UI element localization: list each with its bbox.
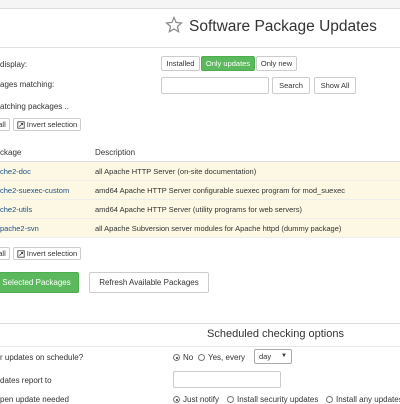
- show-all-button[interactable]: Show All: [314, 77, 356, 94]
- select-all-button-bottom[interactable]: all: [0, 247, 10, 260]
- invert-selection-button-bottom[interactable]: Invert selection: [13, 247, 81, 260]
- package-description: all Apache Subversion server modules for…: [95, 218, 400, 238]
- installed-button[interactable]: Installed: [161, 56, 200, 71]
- search-input[interactable]: [161, 77, 269, 94]
- interval-select[interactable]: day ▼: [254, 349, 292, 364]
- table-row[interactable]: che2-utils amd64 Apache HTTP Server (uti…: [0, 199, 400, 219]
- matching-label: ages matching:: [0, 80, 55, 89]
- package-description: amd64 Apache HTTP Server (utility progra…: [95, 199, 400, 219]
- search-button[interactable]: Search: [272, 77, 310, 94]
- package-link[interactable]: pache2-svn: [0, 218, 95, 238]
- report-email-input[interactable]: [173, 371, 281, 388]
- invert-selection-label: Invert selection: [26, 249, 78, 258]
- yes-label: Yes, every: [208, 353, 246, 362]
- page-title: Software Package Updates: [189, 18, 377, 35]
- package-link[interactable]: che2-suexec-custom: [0, 180, 95, 200]
- no-label: No: [183, 353, 194, 362]
- table-header-row: ckage Description: [0, 143, 400, 162]
- chevron-down-icon: ▼: [281, 353, 287, 359]
- display-label: display:: [0, 60, 28, 69]
- schedule-title: Scheduled checking options: [207, 328, 344, 340]
- check-schedule-label: r updates on schedule?: [0, 353, 84, 362]
- column-header-package: ckage: [0, 143, 95, 162]
- refresh-packages-button[interactable]: Refresh Available Packages: [89, 272, 209, 293]
- report-email-label: dates report to: [0, 376, 52, 385]
- update-selected-button[interactable]: Selected Packages: [0, 272, 79, 293]
- invert-icon: [17, 249, 25, 258]
- table-row[interactable]: che2-doc all Apache HTTP Server (on-site…: [0, 161, 400, 181]
- select-all-button[interactable]: all: [0, 118, 10, 131]
- package-link[interactable]: che2-doc: [0, 161, 95, 181]
- yes-radio[interactable]: [198, 354, 205, 362]
- only-updates-button[interactable]: Only updates: [201, 56, 255, 71]
- title-bar: Software Package Updates: [0, 9, 400, 48]
- select-all-label: all: [0, 120, 6, 129]
- package-description: amd64 Apache HTTP Server configurable su…: [95, 180, 400, 200]
- interval-value: day: [259, 352, 272, 361]
- results-heading: atching packages ..: [0, 102, 69, 111]
- no-radio[interactable]: [173, 354, 180, 362]
- invert-icon: [17, 120, 25, 129]
- invert-selection-button[interactable]: Invert selection: [13, 118, 81, 131]
- select-all-label: all: [0, 249, 6, 258]
- column-header-description: Description: [95, 143, 400, 162]
- package-table: ckage Description che2-doc all Apache HT…: [0, 143, 400, 238]
- table-row[interactable]: pache2-svn all Apache Subversion server …: [0, 218, 400, 238]
- invert-selection-label: Invert selection: [26, 120, 78, 129]
- only-new-button[interactable]: Only new: [256, 56, 297, 71]
- schedule-no-option[interactable]: No: [173, 353, 193, 362]
- star-icon[interactable]: [165, 16, 183, 34]
- schedule-section-header: Scheduled checking options: [0, 323, 400, 347]
- package-link[interactable]: che2-utils: [0, 199, 95, 219]
- package-description: all Apache HTTP Server (on-site document…: [95, 161, 400, 181]
- table-row[interactable]: che2-suexec-custom amd64 Apache HTTP Ser…: [0, 180, 400, 200]
- schedule-yes-option[interactable]: Yes, every: [198, 353, 245, 362]
- panel-top-bar: [0, 0, 400, 9]
